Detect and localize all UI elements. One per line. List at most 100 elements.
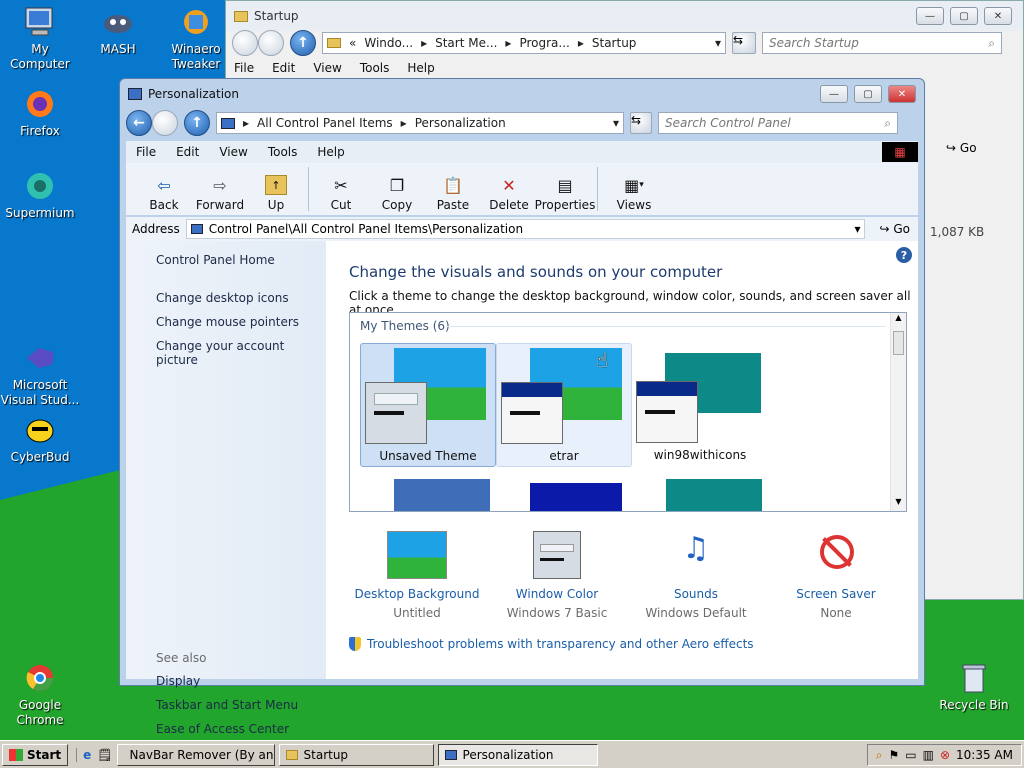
toolbar-paste-button[interactable]: 📋 Paste <box>425 166 481 213</box>
startup-titlebar[interactable]: Startup <box>226 1 1023 31</box>
theme-tile-partial[interactable] <box>394 479 490 511</box>
task-startup[interactable]: Startup <box>278 743 434 766</box>
chevron-down-icon[interactable]: ▾ <box>715 36 721 50</box>
toolbar-cut-button[interactable]: ✂ Cut <box>313 166 369 213</box>
screen-saver-setting[interactable]: Screen Saver None <box>766 531 906 620</box>
scroll-down-icon[interactable]: ▼ <box>891 497 906 511</box>
start-button[interactable]: Start <box>2 743 69 766</box>
toolbar-up-button[interactable]: ↑ Up <box>248 166 304 212</box>
close-button[interactable]: ✕ <box>888 85 916 103</box>
desktop-icon-recycle-bin[interactable]: Recycle Bin <box>934 662 1014 713</box>
refresh-button[interactable]: ⇆ <box>732 32 756 54</box>
flag-icon[interactable]: ⚑ <box>889 748 900 762</box>
sounds-link[interactable]: Sounds <box>626 587 766 601</box>
breadcrumb-item[interactable]: Windo... <box>364 36 413 50</box>
close-button[interactable]: ✕ <box>984 7 1012 25</box>
breadcrumb-item[interactable]: Progra... <box>519 36 569 50</box>
up-button[interactable]: ↑ <box>290 30 316 56</box>
search-tray-icon[interactable]: ⌕ <box>876 748 883 763</box>
window-color-link[interactable]: Window Color <box>487 587 627 601</box>
desktop-icon-my-computer[interactable]: My Computer <box>0 6 80 72</box>
toolbar-properties-button[interactable]: ▤ Properties <box>535 166 596 213</box>
theme-tile-unsaved[interactable]: Unsaved Theme <box>360 343 496 467</box>
chevron-down-icon[interactable]: ▾ <box>613 116 619 130</box>
scroll-up-icon[interactable]: ▲ <box>891 313 906 327</box>
themes-scrollbar[interactable]: ▲ ▼ <box>890 313 906 511</box>
minimize-button[interactable]: — <box>820 85 848 103</box>
control-panel-search-input[interactable]: Search Control Panel ⌕ <box>658 112 898 134</box>
toolbar-delete-button[interactable]: ✕ Delete <box>481 166 537 213</box>
back-button[interactable]: ← <box>126 110 152 136</box>
volume-muted-icon[interactable]: ⊗ <box>940 748 950 762</box>
menu-tools[interactable]: Tools <box>258 145 308 159</box>
breadcrumb-item[interactable]: Personalization <box>415 116 506 130</box>
address-field[interactable]: Control Panel\All Control Panel Items\Pe… <box>185 219 866 239</box>
desktop-icon-visual-studio[interactable]: Microsoft Visual Stud... <box>0 342 80 408</box>
scroll-thumb[interactable] <box>893 331 904 355</box>
desktop-icon-google-chrome[interactable]: Google Chrome <box>0 662 80 728</box>
desktop-background-setting[interactable]: Desktop Background Untitled <box>347 531 487 620</box>
breadcrumb-item[interactable]: Startup <box>592 36 637 50</box>
show-desktop-icon[interactable]: 🗒 <box>97 748 112 762</box>
ease-of-access-link[interactable]: Ease of Access Center <box>156 722 298 736</box>
change-mouse-pointers-link[interactable]: Change mouse pointers <box>156 315 326 329</box>
clock[interactable]: 10:35 AM <box>956 748 1013 762</box>
menu-edit[interactable]: Edit <box>272 61 295 75</box>
desktop-icon-supermium[interactable]: Supermium <box>0 170 80 221</box>
menu-help[interactable]: Help <box>307 145 354 159</box>
change-desktop-icons-link[interactable]: Change desktop icons <box>156 291 326 305</box>
refresh-button[interactable]: ⇆ <box>630 112 652 134</box>
minimize-button[interactable]: — <box>916 7 944 25</box>
help-icon[interactable]: ? <box>896 247 912 263</box>
theme-tile-win98withicons[interactable]: win98withicons <box>632 343 768 467</box>
menu-edit[interactable]: Edit <box>166 145 209 159</box>
menu-view[interactable]: View <box>313 61 341 75</box>
up-button[interactable]: ↑ <box>184 110 210 136</box>
menu-file[interactable]: File <box>126 145 166 159</box>
personalization-titlebar[interactable]: Personalization <box>120 79 924 109</box>
display-link[interactable]: Display <box>156 674 298 688</box>
address-go-button[interactable]: ↪ Go <box>871 222 918 236</box>
breadcrumb-item[interactable]: Start Me... <box>435 36 497 50</box>
theme-tile-partial[interactable] <box>666 479 762 511</box>
maximize-button[interactable]: ▢ <box>854 85 882 103</box>
change-account-picture-link[interactable]: Change your account picture <box>156 339 326 367</box>
screen-saver-link[interactable]: Screen Saver <box>766 587 906 601</box>
personalization-breadcrumb[interactable]: ▸ All Control Panel Items ▸ Personalizat… <box>216 112 624 134</box>
toolbar-copy-button[interactable]: ❐ Copy <box>369 166 425 213</box>
control-panel-home-link[interactable]: Control Panel Home <box>156 253 326 267</box>
theme-tile-partial[interactable] <box>530 483 622 511</box>
tray-app-icon[interactable]: ▭ <box>905 748 916 762</box>
chevron-down-icon[interactable]: ▾ <box>854 222 864 236</box>
startup-breadcrumb[interactable]: « Windo... ▸ Start Me... ▸ Progra... ▸ S… <box>322 32 726 54</box>
theme-tile-etrar[interactable]: etrar <box>496 343 632 467</box>
menu-tools[interactable]: Tools <box>360 61 390 75</box>
task-navbar-remover[interactable]: NavBar Remover (By ani... <box>116 743 275 766</box>
menu-help[interactable]: Help <box>407 61 434 75</box>
desktop-icon-winaero-tweaker[interactable]: Winaero Tweaker <box>156 6 236 72</box>
desktop-background-link[interactable]: Desktop Background <box>347 587 487 601</box>
back-button[interactable] <box>232 30 258 56</box>
network-icon[interactable]: ▥ <box>923 748 934 762</box>
forward-button[interactable] <box>152 110 178 136</box>
toolbar-views-button[interactable]: ▦ ▾ Views <box>602 166 666 213</box>
desktop-icon-firefox[interactable]: Firefox <box>0 88 80 139</box>
forward-button[interactable] <box>258 30 284 56</box>
menu-file[interactable]: File <box>234 61 254 75</box>
desktop-icon-cyberbud[interactable]: CyberBud <box>0 414 80 465</box>
breadcrumb-item[interactable]: All Control Panel Items <box>257 116 393 130</box>
toolbar-forward-button[interactable]: ⇨ Forward <box>192 166 248 213</box>
desktop-icon-mash[interactable]: MASH <box>78 6 158 57</box>
sounds-setting[interactable]: ♫ Sounds Windows Default <box>626 531 766 620</box>
window-color-setting[interactable]: Window Color Windows 7 Basic <box>487 531 627 620</box>
internet-explorer-icon[interactable]: e <box>83 748 91 762</box>
taskbar-start-menu-link[interactable]: Taskbar and Start Menu <box>156 698 298 712</box>
maximize-button[interactable]: ▢ <box>950 7 978 25</box>
personalization-window[interactable]: Personalization — ▢ ✕ ← ↑ ▸ All Control … <box>119 78 925 736</box>
themes-list[interactable]: My Themes (6) Unsaved Theme etrar win98w… <box>349 312 907 512</box>
troubleshoot-link[interactable]: Troubleshoot problems with transparency … <box>349 637 754 651</box>
toolbar-back-button[interactable]: ⇦ Back <box>136 166 192 213</box>
startup-go-button[interactable]: ↪ Go <box>946 141 977 155</box>
task-personalization[interactable]: Personalization <box>437 743 598 766</box>
menu-view[interactable]: View <box>209 145 257 159</box>
